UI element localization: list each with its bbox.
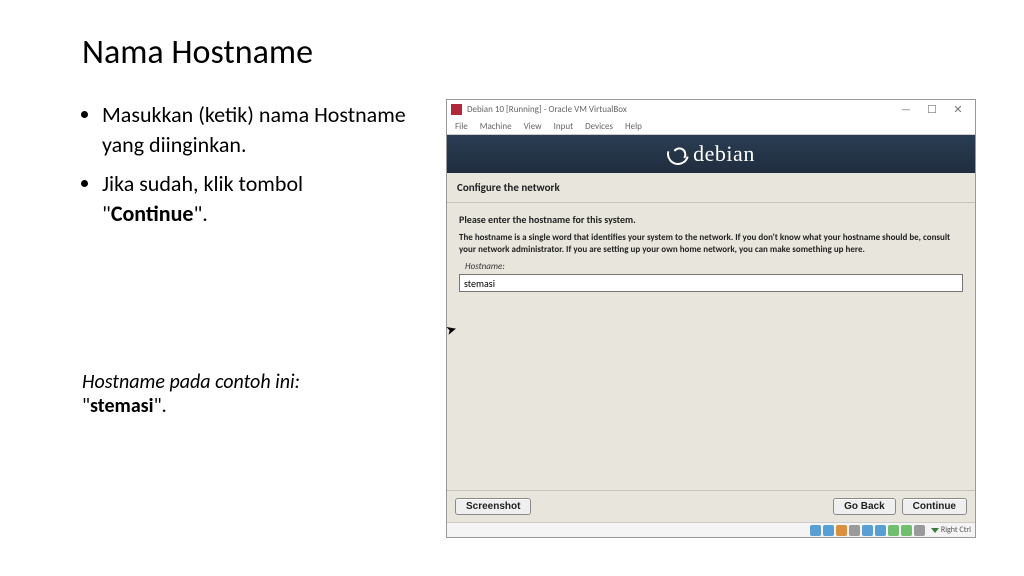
slide-note-line2: "stemasi". <box>82 394 412 418</box>
cursor-icon: ➤ <box>444 322 458 339</box>
installer-footer: Screenshot Go Back Continue <box>447 490 975 522</box>
vb-statusbar: Right Ctrl <box>447 522 975 537</box>
slide-title: Nama Hostname <box>82 32 313 73</box>
bullet-1-text: Masukkan (ketik) nama Hostname yang diin… <box>102 101 406 158</box>
close-button[interactable]: ✕ <box>945 100 971 118</box>
vb-titlebar[interactable]: Debian 10 [Running] - Oracle VM VirtualB… <box>447 100 975 118</box>
status-cd-icon[interactable] <box>823 525 834 536</box>
virtualbox-app-icon <box>451 104 462 115</box>
hostkey-label: Right Ctrl <box>941 525 971 535</box>
hostname-label: Hostname: <box>465 261 963 272</box>
debian-brand-text: debian <box>693 141 755 167</box>
minimize-button[interactable]: — <box>893 100 919 118</box>
menu-devices[interactable]: Devices <box>579 121 619 132</box>
installer-section-title: Configure the network <box>447 173 975 203</box>
maximize-button[interactable]: ☐ <box>919 100 945 118</box>
screenshot-button[interactable]: Screenshot <box>455 498 531 515</box>
note-quote-close: ". <box>154 394 167 418</box>
installer-description: The hostname is a single word that ident… <box>459 232 963 255</box>
menu-machine[interactable]: Machine <box>474 121 518 132</box>
status-net-icon[interactable] <box>849 525 860 536</box>
status-proc-icon[interactable] <box>914 525 925 536</box>
installer-prompt: Please enter the hostname for this syste… <box>459 213 963 226</box>
bullet-2: Jika sudah, klik tombol "Continue". <box>102 169 412 228</box>
hostname-input[interactable] <box>459 274 963 292</box>
menu-view[interactable]: View <box>518 121 548 132</box>
slide-note-line1: Hostname pada contoh ini: <box>82 370 412 394</box>
bullet-1: Masukkan (ketik) nama Hostname yang diin… <box>102 100 412 159</box>
menu-input[interactable]: Input <box>548 121 579 132</box>
vb-window-title: Debian 10 [Running] - Oracle VM VirtualB… <box>467 104 627 115</box>
menu-file[interactable]: File <box>449 121 474 132</box>
note-quote-open: " <box>82 394 90 418</box>
status-shared-icon[interactable] <box>875 525 886 536</box>
menu-help[interactable]: Help <box>619 121 648 132</box>
vb-menubar: File Machine View Input Devices Help <box>447 118 975 134</box>
status-audio-icon[interactable] <box>836 525 847 536</box>
installer-header: debian <box>447 135 975 173</box>
continue-button[interactable]: Continue <box>902 498 967 515</box>
slide-note: Hostname pada contoh ini: "stemasi". <box>82 370 412 418</box>
debian-logo: debian <box>667 141 755 167</box>
virtualbox-window: Debian 10 [Running] - Oracle VM VirtualB… <box>446 99 976 538</box>
bullet-2-post: ". <box>193 200 207 227</box>
installer-body: Please enter the hostname for this syste… <box>447 203 975 490</box>
hostkey-indicator[interactable]: Right Ctrl <box>931 525 971 535</box>
status-hd-icon[interactable] <box>810 525 821 536</box>
status-usb-icon[interactable] <box>862 525 873 536</box>
hostkey-arrow-icon <box>931 528 939 533</box>
status-rec-icon[interactable] <box>901 525 912 536</box>
bullet-2-bold: Continue <box>111 200 194 227</box>
slide-bullets: Masukkan (ketik) nama Hostname yang diin… <box>82 100 412 239</box>
debian-swirl-icon <box>663 139 693 169</box>
note-bold: stemasi <box>90 394 154 418</box>
status-display-icon[interactable] <box>888 525 899 536</box>
guest-display: debian Configure the network Please ente… <box>447 134 975 522</box>
go-back-button[interactable]: Go Back <box>833 498 896 515</box>
